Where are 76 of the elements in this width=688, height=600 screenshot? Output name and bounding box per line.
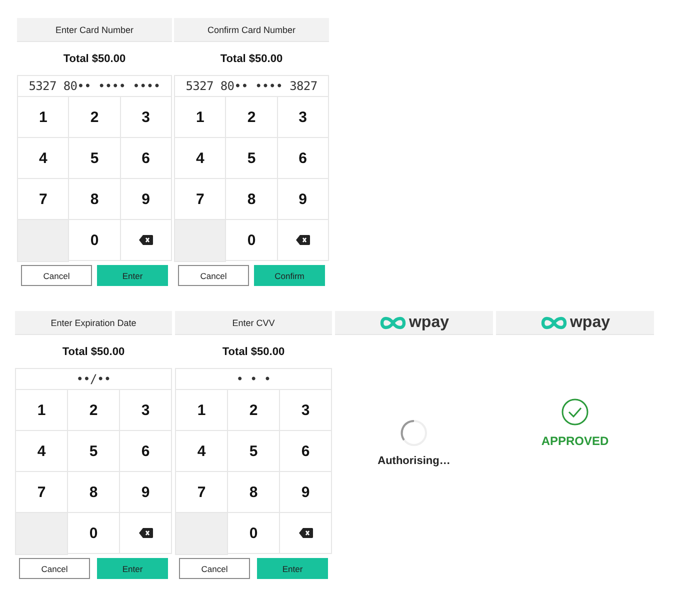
confirm-button[interactable]: Confirm xyxy=(254,265,325,286)
status-message: APPROVED xyxy=(541,434,609,448)
keypad-key[interactable]: 8 xyxy=(69,179,121,220)
logo-icon xyxy=(540,316,568,330)
status-message: Authorising… xyxy=(378,455,450,467)
keypad-key[interactable]: 6 xyxy=(278,138,329,179)
backspace-icon xyxy=(298,528,312,538)
keypad-key[interactable]: 7 xyxy=(16,472,68,513)
keypad-key[interactable]: 1 xyxy=(16,390,68,431)
loading-spinner-icon xyxy=(400,419,428,447)
cancel-button[interactable]: Cancel xyxy=(21,265,92,286)
keypad-key[interactable]: 7 xyxy=(18,179,70,220)
keypad-key[interactable]: 0 xyxy=(226,220,278,261)
keypad-key[interactable]: 9 xyxy=(278,179,329,220)
keypad-key[interactable]: 0 xyxy=(68,513,120,554)
logo-wordmark: wpay xyxy=(408,314,449,332)
keypad-key[interactable]: 1 xyxy=(18,97,70,138)
keypad-key[interactable]: 8 xyxy=(68,472,120,513)
keypad-key[interactable]: 7 xyxy=(175,179,226,220)
card-input-display: 5327 80•• •••• 3827 xyxy=(174,75,329,97)
keypad-key[interactable]: 3 xyxy=(280,390,332,431)
keypad-key[interactable]: 6 xyxy=(280,431,332,472)
screen-title: Enter Expiration Date xyxy=(15,311,172,335)
card-input-display: ••/•• xyxy=(15,368,172,390)
keypad-key[interactable]: 0 xyxy=(69,220,121,261)
backspace-icon xyxy=(138,235,153,245)
screen-title: Enter CVV xyxy=(175,311,332,335)
keypad-key[interactable]: 5 xyxy=(69,138,121,179)
keypad-key[interactable]: 3 xyxy=(278,97,329,138)
keypad-key[interactable]: 3 xyxy=(120,390,172,431)
backspace-key[interactable] xyxy=(120,513,172,554)
confirm-button[interactable]: Enter xyxy=(97,265,168,286)
card-input-display: • • • xyxy=(175,368,332,390)
keypad-key[interactable]: 0 xyxy=(228,513,280,554)
backspace-key[interactable] xyxy=(280,513,332,554)
confirm-button[interactable]: Enter xyxy=(257,558,328,579)
screen-title: Confirm Card Number xyxy=(174,18,329,42)
keypad-key[interactable]: 9 xyxy=(120,179,172,220)
cancel-button[interactable]: Cancel xyxy=(179,558,250,579)
keypad-key[interactable]: 1 xyxy=(175,97,226,138)
keypad-key[interactable]: 5 xyxy=(228,431,280,472)
backspace-key[interactable] xyxy=(120,220,172,261)
confirm-button[interactable]: Enter xyxy=(97,558,168,579)
keypad-key[interactable]: 5 xyxy=(68,431,120,472)
keypad-key[interactable]: 3 xyxy=(120,97,172,138)
backspace-icon xyxy=(138,528,152,538)
keypad-key[interactable]: 6 xyxy=(120,431,172,472)
keypad-key[interactable]: 4 xyxy=(18,138,70,179)
keypad-key[interactable]: 2 xyxy=(228,390,280,431)
backspace-key[interactable] xyxy=(278,220,329,261)
keypad-key[interactable]: 4 xyxy=(16,431,68,472)
keypad-key[interactable]: 8 xyxy=(228,472,280,513)
total-amount: Total $50.00 xyxy=(219,52,284,66)
logo-wordmark: wpay xyxy=(570,314,610,332)
card-input-display: 5327 80•• •••• •••• xyxy=(17,75,172,97)
keypad-key[interactable]: 8 xyxy=(226,179,278,220)
backspace-icon xyxy=(296,235,310,245)
keypad-key[interactable]: 4 xyxy=(176,431,228,472)
keypad-key[interactable]: 6 xyxy=(120,138,172,179)
keypad-key[interactable]: 7 xyxy=(176,472,228,513)
keypad-key[interactable]: 5 xyxy=(226,138,278,179)
total-amount: Total $50.00 xyxy=(61,344,126,360)
cancel-button[interactable]: Cancel xyxy=(19,558,90,579)
check-circle-icon xyxy=(561,398,589,426)
keypad-key[interactable]: 9 xyxy=(280,472,332,513)
keypad-key[interactable]: 2 xyxy=(226,97,278,138)
keypad-key[interactable]: 2 xyxy=(68,390,120,431)
total-amount: Total $50.00 xyxy=(62,52,127,66)
total-amount: Total $50.00 xyxy=(221,344,286,360)
cancel-button[interactable]: Cancel xyxy=(178,265,249,286)
keypad-key[interactable]: 9 xyxy=(120,472,172,513)
screen-title: Enter Card Number xyxy=(17,18,172,42)
keypad-key[interactable]: 1 xyxy=(176,390,228,431)
keypad-key[interactable]: 4 xyxy=(175,138,226,179)
logo-icon xyxy=(378,316,407,330)
keypad-key[interactable]: 2 xyxy=(69,97,121,138)
